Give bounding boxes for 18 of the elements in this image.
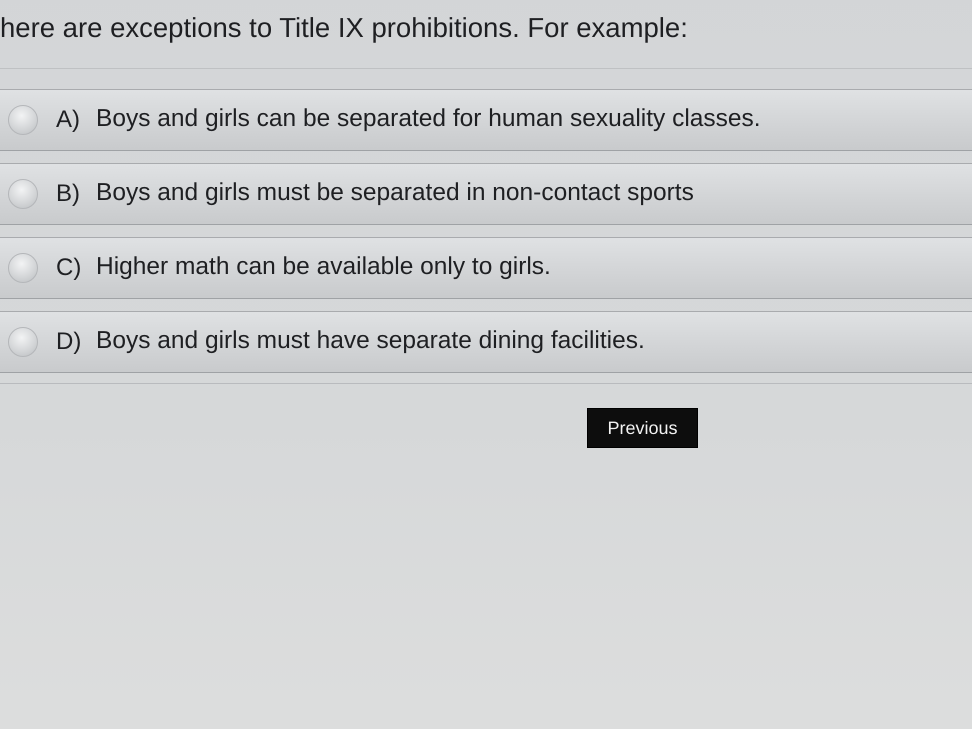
radio-button[interactable] [8,104,38,135]
answer-option[interactable]: C) Higher math can be available only to girls. [0,236,972,299]
option-text: Boys and girls can be separated for human sexuality classes. [96,104,761,134]
radio-button[interactable] [8,178,38,209]
option-text: Boys and girls must be separated in non-contact sports [96,178,694,208]
option-letter: C) [56,252,82,283]
question-text: here are exceptions to Title IX prohibitions. For example: [0,11,689,45]
option-text: Higher math can be available only to girls. [96,252,551,282]
option-letter: A) [56,104,81,135]
radio-button[interactable] [8,326,38,357]
answer-option[interactable]: D) Boys and girls must have separate dining facilities. [0,310,972,373]
answer-option[interactable]: B) Boys and girls must be separated in non-contact sports [0,162,972,225]
answer-option[interactable]: A) Boys and girls can be separated for human sexuality classes. [0,88,972,151]
option-letter: D) [56,326,82,357]
previous-button[interactable]: Previous [587,408,698,448]
option-letter: B) [56,178,81,209]
radio-button[interactable] [8,252,38,283]
option-text: Boys and girls must have separate dining facilities. [96,326,645,356]
